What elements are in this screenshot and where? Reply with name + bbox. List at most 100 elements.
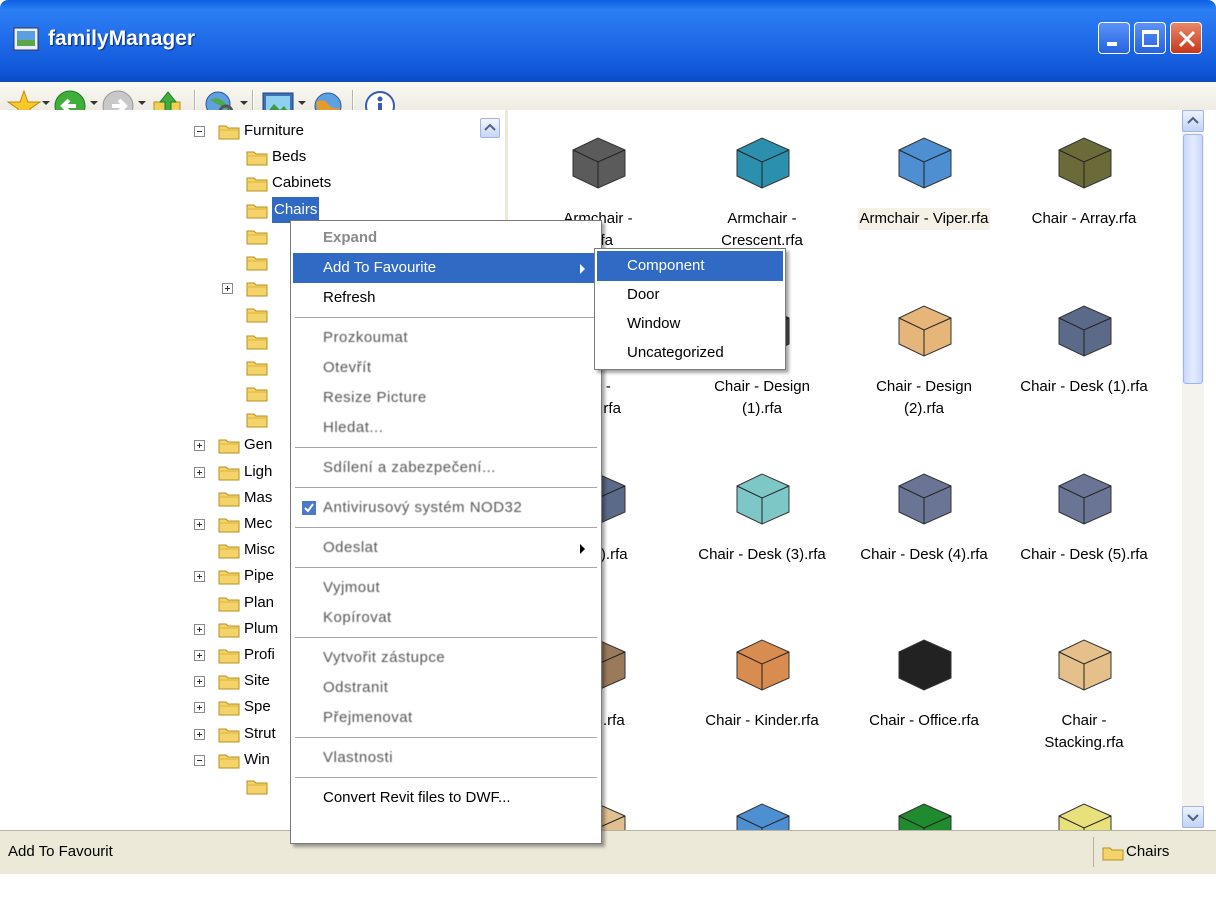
folder-icon bbox=[218, 570, 240, 585]
scroll-up-button[interactable] bbox=[1182, 110, 1204, 132]
expand-icon[interactable] bbox=[194, 650, 205, 661]
family-icon-view[interactable]: Armchair -...rfaArmchair -Crescent.rfaAr… bbox=[508, 110, 1216, 855]
menu-item[interactable]: Refresh bbox=[293, 283, 597, 313]
family-item-label: Chair - Desk (3).rfa bbox=[698, 546, 826, 563]
expand-icon[interactable] bbox=[194, 571, 205, 583]
tree-item-label: Pipe bbox=[244, 567, 275, 585]
search-dropdown-icon[interactable] bbox=[240, 101, 248, 105]
submenu-item-label: Window bbox=[627, 315, 681, 332]
menu-item[interactable]: Prozkoumat bbox=[293, 323, 597, 353]
tree-item-label: Mec bbox=[244, 515, 273, 532]
title-bar: familyManager bbox=[0, 0, 1216, 82]
family-item-label: Armchair - bbox=[727, 210, 797, 227]
chair-thumbnail-icon bbox=[898, 305, 952, 357]
menu-item[interactable]: Vlastnosti bbox=[293, 743, 597, 773]
expand-icon[interactable] bbox=[194, 440, 205, 452]
tree-item[interactable]: Cabinets bbox=[0, 170, 480, 196]
folder-icon bbox=[218, 544, 240, 559]
tree-item-label: Site bbox=[244, 672, 270, 690]
scroll-thumb[interactable] bbox=[1183, 134, 1203, 384]
menu-item[interactable]: Odeslat bbox=[293, 533, 597, 563]
menu-item[interactable]: Otevřít bbox=[293, 353, 597, 383]
submenu-item[interactable]: Door bbox=[597, 280, 783, 310]
menu-item[interactable]: Antivirusový systém NOD32 bbox=[293, 493, 597, 523]
menu-item-label: Přejmenovat bbox=[323, 709, 413, 726]
tree-scroll-up-button[interactable] bbox=[480, 118, 500, 138]
icon-view-scrollbar[interactable] bbox=[1182, 110, 1204, 828]
expand-icon[interactable] bbox=[194, 728, 205, 740]
tree-item-label: Cabinets bbox=[272, 174, 332, 192]
close-button[interactable] bbox=[1170, 22, 1202, 54]
chevron-down-icon bbox=[1187, 814, 1199, 822]
context-menu: Expand Add To Favourite Refresh Prozkoumat O… bbox=[290, 220, 602, 844]
menu-item[interactable]: Hledat... bbox=[293, 413, 597, 443]
expand-icon[interactable] bbox=[194, 702, 205, 714]
folder-icon bbox=[246, 780, 268, 795]
window-title: familyManager bbox=[48, 27, 196, 50]
maximize-button[interactable] bbox=[1134, 22, 1166, 54]
tree-item[interactable]: Chairs bbox=[0, 196, 480, 223]
expand-icon[interactable] bbox=[194, 676, 205, 688]
collapse-icon[interactable] bbox=[194, 754, 205, 766]
family-item-label: Chair - Array.rfa bbox=[1031, 210, 1137, 227]
tree-item-label: Furniture bbox=[244, 122, 305, 139]
folder-icon bbox=[218, 754, 240, 769]
chair-thumbnail-icon bbox=[898, 137, 952, 189]
family-item-label: Chair - bbox=[1061, 712, 1107, 729]
menu-item[interactable]: Vyjmout bbox=[293, 573, 597, 603]
status-folder-label: Chairs bbox=[1126, 843, 1170, 860]
tree-item[interactable]: Furniture bbox=[0, 118, 480, 144]
submenu-item[interactable]: Component bbox=[597, 251, 783, 281]
submenu-arrow-icon bbox=[580, 264, 585, 274]
menu-separator bbox=[295, 567, 597, 568]
family-item-label-line2: Stacking.rfa bbox=[1044, 734, 1124, 751]
status-current-folder: Chairs bbox=[1093, 837, 1194, 867]
menu-item[interactable]: Sdílení a zabezpečení... bbox=[293, 453, 597, 483]
menu-item[interactable]: Convert Revit files to DWF... bbox=[293, 783, 597, 813]
back-dropdown-icon[interactable] bbox=[90, 101, 98, 105]
family-item-label-line2 bbox=[922, 242, 926, 244]
menu-item[interactable]: Přejmenovat bbox=[293, 703, 597, 733]
chevron-up-icon bbox=[484, 123, 496, 131]
folder-icon bbox=[246, 256, 268, 271]
folder-icon bbox=[218, 623, 240, 638]
menu-item[interactable]: Odstranit bbox=[293, 673, 597, 703]
folder-icon bbox=[218, 649, 240, 664]
folder-icon bbox=[218, 518, 240, 533]
expand-icon[interactable] bbox=[194, 623, 205, 635]
menu-item-label: Hledat... bbox=[323, 419, 384, 436]
family-item-label-line2 bbox=[760, 744, 764, 746]
submenu-item-label: Uncategorized bbox=[627, 344, 724, 361]
menu-item-label: Convert Revit files to DWF... bbox=[323, 789, 511, 806]
favourite-submenu: Component Door Window Uncategorized bbox=[594, 248, 786, 370]
submenu-item[interactable]: Window bbox=[597, 309, 783, 339]
collapse-icon[interactable] bbox=[194, 126, 205, 137]
expand-icon[interactable] bbox=[194, 466, 205, 478]
scroll-down-button[interactable] bbox=[1182, 806, 1204, 828]
folder-icon bbox=[218, 492, 240, 507]
view-dropdown-icon[interactable] bbox=[298, 101, 306, 105]
tree-item-label: Beds bbox=[272, 148, 307, 166]
folder-icon bbox=[246, 204, 268, 219]
forward-dropdown-icon[interactable] bbox=[138, 101, 146, 105]
family-item-label: Chair - Kinder.rfa bbox=[705, 712, 819, 729]
submenu-item[interactable]: Uncategorized bbox=[597, 338, 783, 368]
family-item-label-line2 bbox=[1082, 906, 1086, 908]
expand-icon[interactable] bbox=[222, 283, 233, 295]
family-item-label-line2 bbox=[1082, 410, 1086, 412]
menu-item-label: Odstranit bbox=[323, 679, 389, 696]
chair-thumbnail-icon bbox=[736, 473, 790, 525]
menu-item[interactable]: Resize Picture bbox=[293, 383, 597, 413]
menu-item[interactable]: Expand bbox=[293, 223, 597, 253]
menu-separator bbox=[295, 737, 597, 738]
chevron-up-icon bbox=[1187, 116, 1199, 124]
menu-item[interactable]: Add To Favourite bbox=[293, 253, 597, 283]
expand-icon[interactable] bbox=[194, 519, 205, 530]
family-item-label-line2: (2).rfa bbox=[903, 400, 944, 417]
menu-item[interactable]: Kopírovat bbox=[293, 603, 597, 633]
favourites-dropdown-icon[interactable] bbox=[42, 101, 50, 105]
menu-separator bbox=[295, 637, 597, 638]
minimize-button[interactable] bbox=[1098, 22, 1130, 54]
menu-item[interactable]: Vytvořit zástupce bbox=[293, 643, 597, 673]
tree-item[interactable]: Beds bbox=[0, 144, 480, 170]
